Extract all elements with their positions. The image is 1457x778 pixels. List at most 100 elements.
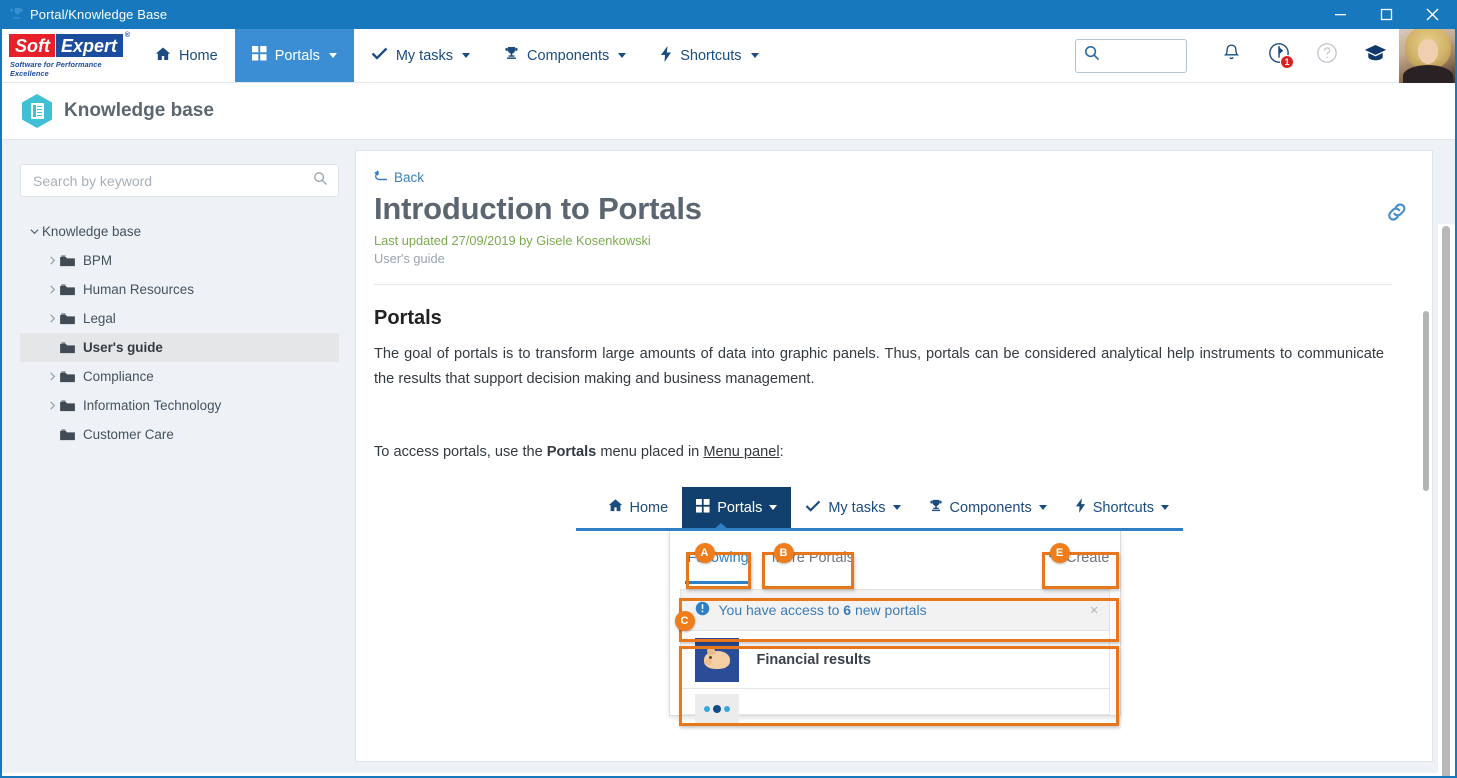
close-icon: ×	[1089, 601, 1099, 619]
back-arrow-icon	[374, 170, 388, 185]
nav-item-shortcuts[interactable]: Shortcuts	[643, 29, 775, 82]
help-button[interactable]	[1303, 29, 1351, 83]
maximize-button[interactable]	[1363, 0, 1409, 29]
chevron-down-icon[interactable]	[26, 226, 42, 237]
chevron-right-icon[interactable]	[44, 400, 60, 411]
logo-expert-label: Expert	[61, 35, 118, 56]
page-scrollbar[interactable]	[1442, 226, 1450, 776]
embedded-nav-label-home: Home	[629, 499, 669, 516]
annotation-badge-a: A	[694, 543, 715, 563]
close-button[interactable]	[1409, 0, 1455, 29]
sidebar-item-label: Human Resources	[83, 282, 194, 297]
graduation-cap-icon	[1364, 44, 1387, 68]
folder-icon	[60, 255, 77, 267]
create-label: Create	[1065, 550, 1110, 566]
sidebar-item-label: Knowledge base	[42, 224, 142, 239]
bolt-icon	[660, 45, 672, 66]
application-window: Portal/Knowledge Base Soft Expert ® Soft…	[0, 0, 1457, 778]
section-heading: Portals	[374, 307, 442, 329]
nav-item-my-tasks[interactable]: My tasks	[354, 29, 487, 82]
global-search-box[interactable]	[1075, 38, 1187, 73]
chevron-down-icon	[618, 53, 627, 58]
chevron-down-icon	[892, 505, 901, 510]
sidebar-item-legal[interactable]: Legal	[20, 304, 339, 333]
sidebar-item-knowledge-base[interactable]: Knowledge base	[20, 217, 339, 246]
help-icon	[1316, 42, 1338, 69]
sidebar-item-label: Compliance	[83, 369, 154, 384]
nav-label-home: Home	[179, 47, 218, 64]
article-paragraph-2: To access portals, use the Portals menu …	[374, 444, 1384, 460]
sidebar-item-compliance[interactable]: Compliance	[20, 362, 339, 391]
article-divider	[374, 284, 1392, 285]
nav-label-my-tasks: My tasks	[395, 47, 454, 64]
sidebar-item-bpm[interactable]: BPM	[20, 246, 339, 275]
body-area: Knowledge base BPM Human Resources Legal Use…	[2, 140, 1455, 776]
article-content: Portals The goal of portals is to transf…	[374, 307, 1392, 757]
chevron-right-icon[interactable]	[44, 371, 60, 382]
check-icon	[371, 46, 388, 65]
global-search-input[interactable]	[1105, 48, 1186, 63]
dropdown-pointer-icon	[711, 523, 730, 531]
embedded-nav-shortcuts: Shortcuts	[1061, 487, 1183, 528]
book-glyph	[30, 103, 44, 119]
article-last-updated: Last updated 27/09/2019 by Gisele Kosenk…	[374, 233, 651, 248]
chevron-down-icon	[750, 53, 759, 58]
sidebar: Knowledge base BPM Human Resources Legal Use…	[2, 140, 355, 773]
menu-panel-link[interactable]: Menu panel	[703, 444, 779, 460]
portal-card-financial-results: Financial results	[679, 631, 1110, 689]
article-scrollbar[interactable]	[1423, 311, 1429, 491]
embedded-nav-label-my-tasks: My tasks	[828, 499, 886, 516]
trophy-icon	[929, 499, 943, 517]
avatar-body	[1403, 64, 1453, 83]
nav-item-portals[interactable]: Portals	[234, 29, 354, 82]
paragraph2-post: :	[779, 444, 784, 460]
nav-item-components[interactable]: Components	[487, 29, 643, 82]
chevron-right-icon[interactable]	[44, 313, 60, 324]
sidebar-item-customer-care[interactable]: Customer Care	[20, 420, 339, 449]
embedded-nav-my-tasks: My tasks	[791, 487, 914, 528]
search-icon[interactable]	[313, 171, 328, 191]
back-button[interactable]: Back	[374, 170, 424, 185]
sidebar-item-human-resources[interactable]: Human Resources	[20, 275, 339, 304]
knowledge-base-tree: Knowledge base BPM Human Resources Legal Use…	[20, 217, 339, 449]
paragraph2-pre: To access portals, use the	[374, 444, 547, 460]
link-icon[interactable]	[1384, 199, 1410, 230]
home-icon	[155, 46, 171, 66]
minimize-button[interactable]	[1317, 0, 1363, 29]
sidebar-item-label: BPM	[83, 253, 113, 268]
chevron-right-icon[interactable]	[44, 255, 60, 266]
bolt-icon	[1075, 498, 1086, 517]
notifications-button[interactable]	[1207, 29, 1255, 83]
annotation-badge-e: E	[1049, 543, 1070, 563]
tab-active-underline	[684, 581, 751, 584]
alerts-button[interactable]: 1	[1255, 29, 1303, 83]
dot-left	[703, 706, 710, 712]
chevron-right-icon[interactable]	[44, 284, 60, 295]
folder-icon	[60, 400, 77, 412]
paragraph2-mid: menu placed in	[596, 444, 704, 460]
folder-icon	[60, 342, 77, 354]
sidebar-item-user-s-guide[interactable]: User's guide	[20, 333, 339, 362]
academy-button[interactable]	[1351, 29, 1399, 83]
nav-item-home[interactable]: Home	[138, 29, 235, 82]
chevron-down-icon	[1161, 505, 1169, 510]
annotation-badge-c: C	[674, 611, 695, 631]
embedded-menu-bar: Home Portals My tasks Components Shortcu…	[575, 487, 1183, 531]
user-avatar[interactable]	[1399, 28, 1455, 83]
embedded-nav-label-shortcuts: Shortcuts	[1092, 499, 1154, 516]
logo-tagline: Software for Performance Excellence	[10, 60, 102, 78]
sidebar-search-box[interactable]	[20, 164, 339, 197]
back-label: Back	[394, 170, 425, 185]
dot-mid	[712, 705, 721, 713]
info-icon	[695, 601, 710, 619]
chevron-down-icon	[769, 505, 778, 510]
sidebar-item-information-technology[interactable]: Information Technology	[20, 391, 339, 420]
sidebar-item-label: Information Technology	[83, 398, 222, 413]
trophy-icon	[504, 46, 519, 65]
logo-soft-text: Soft	[8, 33, 55, 58]
alert-post: new portals	[851, 602, 927, 618]
search-input[interactable]	[33, 172, 313, 189]
softexpert-logo[interactable]: Soft Expert ® Software for Performance E…	[2, 29, 138, 82]
article-pane: Back Introduction to Portals Last update…	[355, 140, 1455, 773]
folder-icon	[60, 371, 77, 383]
